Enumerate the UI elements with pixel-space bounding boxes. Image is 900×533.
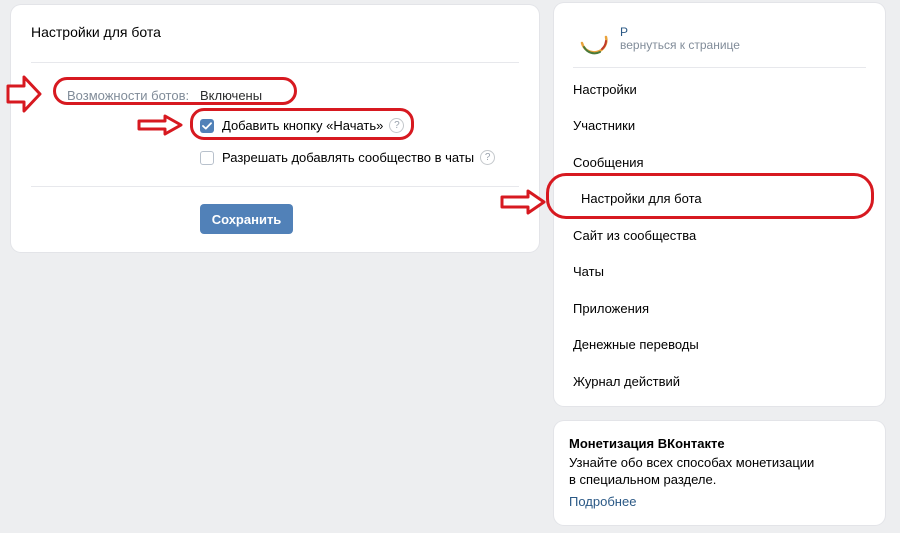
sidebar-item-apps[interactable]: Приложения — [573, 301, 649, 316]
allow-chats-label: Разрешать добавлять сообщество в чаты — [222, 150, 475, 165]
checkbox-unchecked[interactable] — [200, 150, 214, 165]
sidebar-item-money-transfers[interactable]: Денежные переводы — [573, 337, 699, 352]
more-link[interactable]: Подробнее — [569, 494, 636, 509]
sidebar-item-settings[interactable]: Настройки — [573, 82, 637, 97]
save-button[interactable]: Сохранить — [200, 204, 293, 234]
monetization-title: Монетизация ВКонтакте — [569, 436, 725, 451]
annotation-highlight — [190, 108, 414, 140]
arrow-right-icon — [137, 114, 183, 136]
community-avatar[interactable] — [578, 25, 610, 57]
monetization-card: Монетизация ВКонтакте Узнайте обо всех с… — [554, 421, 885, 525]
sidebar-item-messages[interactable]: Сообщения — [573, 155, 644, 170]
sidebar-item-members[interactable]: Участники — [573, 118, 635, 133]
allow-chats-option[interactable]: Разрешать добавлять сообщество в чаты ? — [200, 150, 496, 165]
sidebar-item-site[interactable]: Сайт из сообщества — [573, 228, 696, 243]
back-to-page-link[interactable]: вернуться к странице — [620, 38, 740, 52]
page-title: Настройки для бота — [31, 24, 161, 40]
group-name[interactable]: Р — [620, 25, 628, 39]
sidebar-item-chats[interactable]: Чаты — [573, 264, 604, 279]
monetization-text: Узнайте обо всех способах монетизации — [569, 455, 815, 470]
arrow-right-icon — [6, 75, 42, 113]
annotation-highlight — [53, 77, 297, 105]
question-icon[interactable]: ? — [480, 150, 496, 165]
annotation-highlight — [546, 173, 874, 219]
divider — [31, 62, 519, 63]
divider — [31, 186, 519, 187]
sidebar-item-action-log[interactable]: Журнал действий — [573, 374, 680, 389]
arrow-right-icon — [500, 189, 546, 215]
monetization-text: в специальном разделе. — [569, 472, 717, 487]
divider — [573, 67, 866, 68]
